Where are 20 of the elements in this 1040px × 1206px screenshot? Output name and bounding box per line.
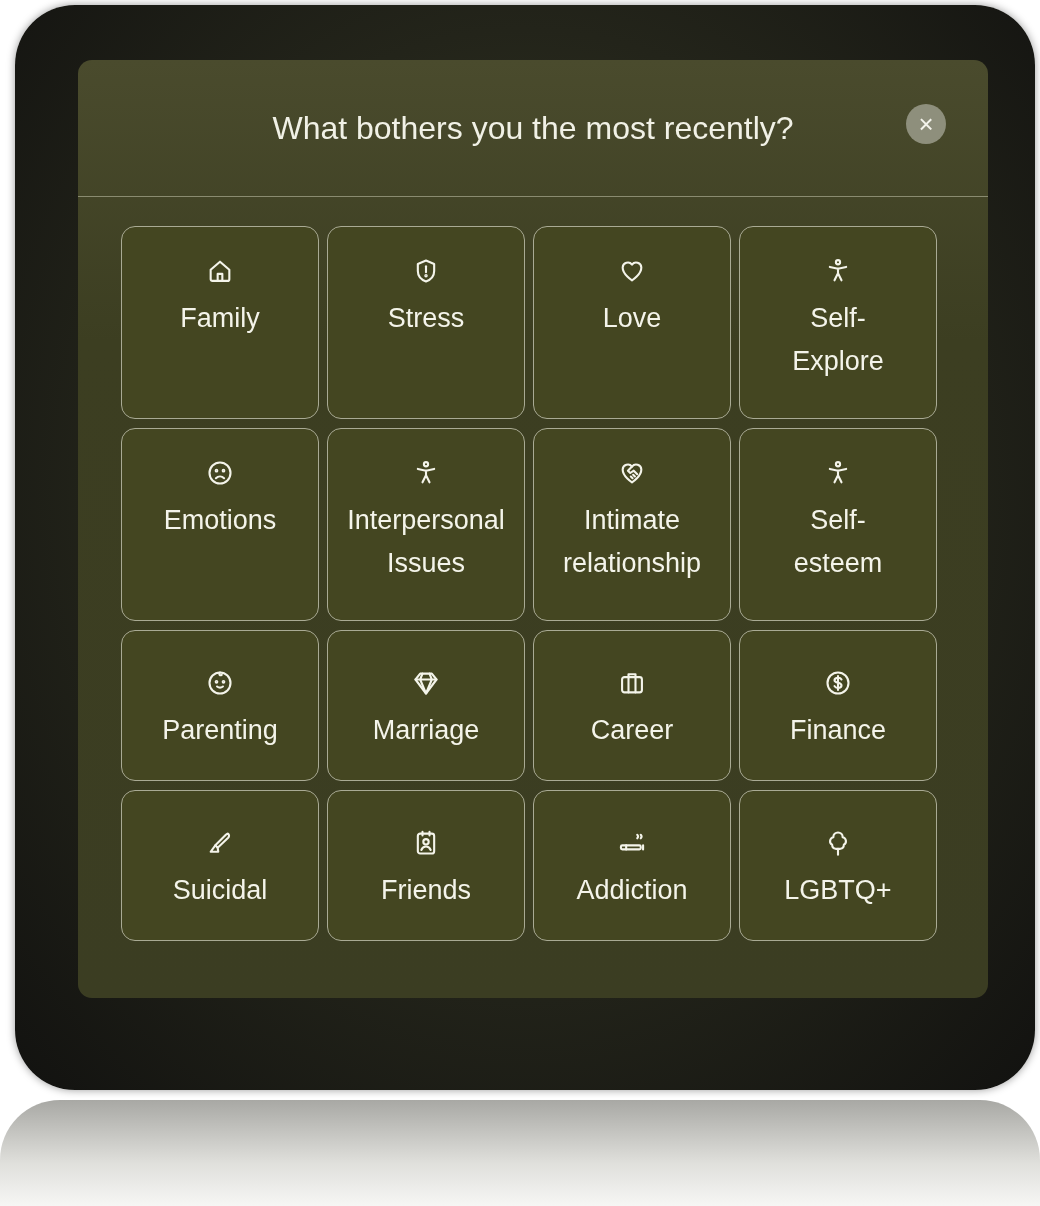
topic-button[interactable]: Interpersonal Issues bbox=[327, 428, 525, 621]
topic-button[interactable]: Self-esteem bbox=[739, 428, 937, 621]
dialog-title: What bothers you the most recently? bbox=[272, 109, 794, 147]
topic-button[interactable]: Parenting bbox=[121, 630, 319, 781]
topic-button[interactable]: Stress bbox=[327, 226, 525, 419]
topic-button[interactable]: Addiction bbox=[533, 790, 731, 941]
topic-button[interactable]: Friends bbox=[327, 790, 525, 941]
topic-button[interactable]: Suicidal bbox=[121, 790, 319, 941]
dollar-icon bbox=[824, 669, 852, 697]
topic-button[interactable]: Career bbox=[533, 630, 731, 781]
topic-button[interactable]: Family bbox=[121, 226, 319, 419]
baby-icon bbox=[206, 669, 234, 697]
topic-button[interactable]: Self-Explore bbox=[739, 226, 937, 419]
topic-button[interactable]: Finance bbox=[739, 630, 937, 781]
sad-icon bbox=[206, 459, 234, 487]
topic-button[interactable]: Emotions bbox=[121, 428, 319, 621]
topic-button[interactable]: Marriage bbox=[327, 630, 525, 781]
topic-button[interactable]: Intimate relationship bbox=[533, 428, 731, 621]
topic-button[interactable]: LGBTQ+ bbox=[739, 790, 937, 941]
topic-button[interactable]: Love bbox=[533, 226, 731, 419]
